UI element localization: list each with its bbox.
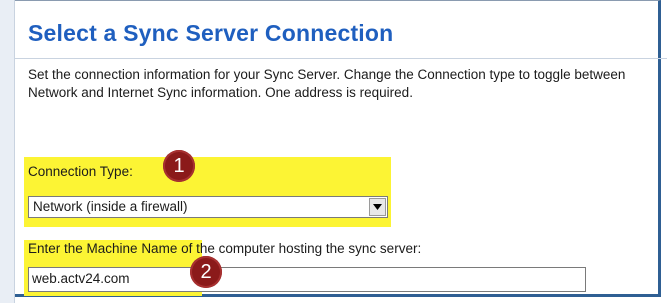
title-divider xyxy=(14,58,667,59)
connection-type-value: Network (inside a firewall) xyxy=(33,199,188,214)
page-title: Select a Sync Server Connection xyxy=(28,20,394,46)
connection-type-select[interactable]: Network (inside a firewall) xyxy=(28,196,388,218)
machine-name-label: Enter the Machine Name of the computer h… xyxy=(28,241,422,256)
machine-name-input[interactable]: web.actv24.com xyxy=(28,267,586,292)
dropdown-arrow-button[interactable] xyxy=(369,198,386,216)
page-description: Set the connection information for your … xyxy=(28,67,626,100)
machine-name-value: web.actv24.com xyxy=(32,271,130,286)
connection-type-label: Connection Type: xyxy=(28,164,133,179)
step-badge-2: 2 xyxy=(190,256,222,288)
wizard-side-panel xyxy=(0,0,15,303)
step-badge-1: 1 xyxy=(163,150,195,182)
chevron-down-icon xyxy=(373,204,382,210)
